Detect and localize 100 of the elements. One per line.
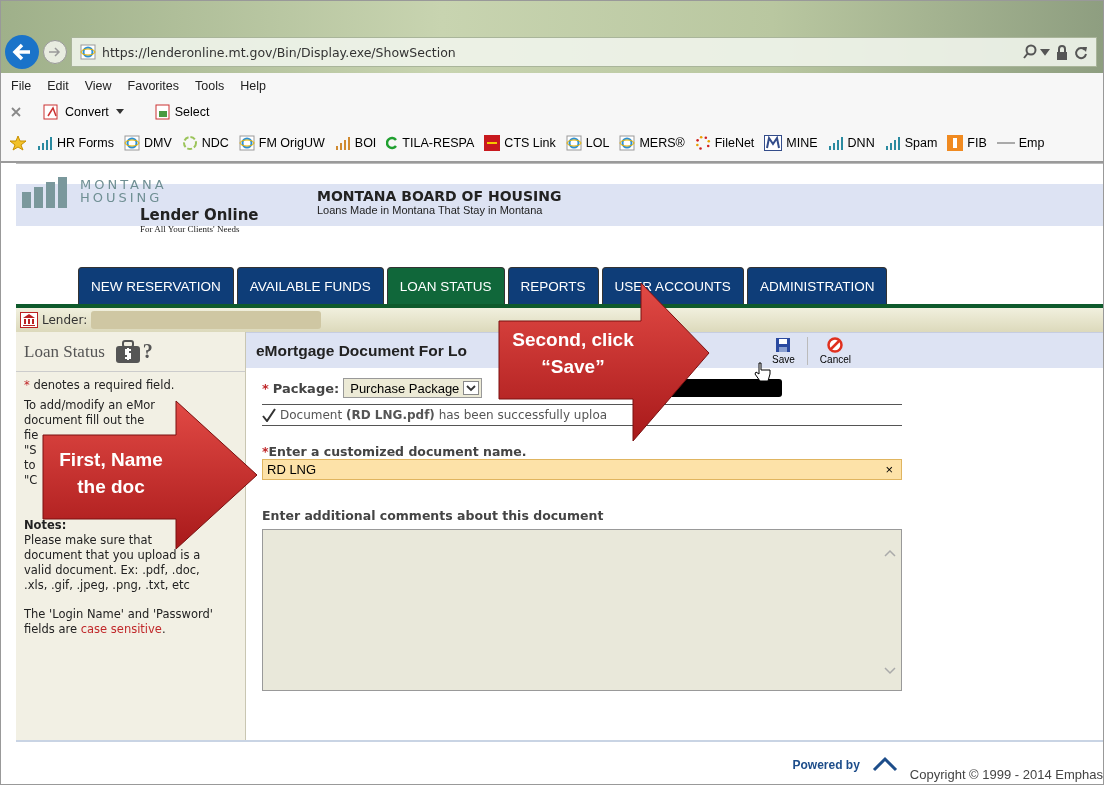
annotation-text: First, Name the doc <box>58 448 164 499</box>
url-text: https://lenderonline.mt.gov/Bin/Display.exe/ShowSection <box>102 44 456 60</box>
briefcase-dollar-icon <box>114 339 141 364</box>
required-asterisk: * <box>262 444 269 459</box>
menu-item[interactable]: Favorites <box>127 79 179 93</box>
command-button[interactable]: Select <box>148 103 216 121</box>
browser-e-icon <box>123 135 140 151</box>
caret-icon <box>463 381 480 395</box>
favorite-link[interactable]: FileNet <box>694 135 755 151</box>
favorite-link[interactable]: FM OrigUW <box>238 135 325 151</box>
favorite-link[interactable]: LOL <box>565 135 610 151</box>
address-bar[interactable]: https://lenderonline.mt.gov/Bin/Display.exe/ShowSection <box>71 37 1097 67</box>
instruction-text: "S <box>24 443 37 458</box>
letter-i-icon <box>947 135 964 151</box>
instruction-text: "C <box>24 473 38 488</box>
favorite-link[interactable]: HR Forms <box>37 136 114 150</box>
nav-tab[interactable]: LOAN STATUS <box>386 267 505 304</box>
upload-message: Document (RD LNG.pdf) has been successfully uploa <box>280 408 608 422</box>
favorite-link[interactable]: MINE <box>764 135 818 151</box>
m-square-icon <box>764 135 783 151</box>
menu-item[interactable]: Tools <box>195 79 225 93</box>
no-entry-icon <box>827 336 844 353</box>
case-sensitive-note: The 'Login Name' and 'Password' fields are case sensitive. <box>24 607 214 637</box>
panel-title: eMortgage Document For Lo <box>256 341 467 360</box>
nav-tab[interactable]: ADMINISTRATION <box>746 267 888 304</box>
lender-label: Lender: <box>42 313 88 327</box>
checkmark-icon <box>262 408 276 422</box>
menu-item[interactable]: Edit <box>47 79 69 93</box>
instruction-text: fie <box>24 428 39 443</box>
required-asterisk: * <box>262 380 269 396</box>
document-icon <box>43 104 61 120</box>
instruction-text: document fill out the <box>24 413 145 428</box>
recycle-icon <box>181 135 198 151</box>
notes-text: valid document. Ex: .pdf, .doc, <box>24 563 200 578</box>
case-sensitive-link[interactable]: case sensitive <box>80 622 162 636</box>
nav-tab[interactable]: REPORTS <box>507 267 599 304</box>
notes-text: document that you upload is a <box>24 548 201 563</box>
favorite-link[interactable]: TILA-RESPA <box>386 136 475 150</box>
copyright-text: Copyright © 1999 - 2014 Emphas <box>909 767 1103 782</box>
comments-field[interactable] <box>262 529 902 691</box>
notes-text: .xls, .gif, .jpeg, .png, .txt, etc <box>24 578 190 593</box>
browser-e-icon <box>238 135 255 151</box>
comments-label: Enter additional comments about this document <box>262 508 604 523</box>
logo-text: MONTANA <box>80 178 167 191</box>
browser-e-icon <box>619 135 636 151</box>
tagline: For All Your Clients' Needs <box>140 223 241 236</box>
notes-text: Please make sure that <box>24 533 153 548</box>
product-name: Lender Online <box>140 208 260 222</box>
bank-logo-icon <box>484 135 501 151</box>
document-name-label: Enter a customized document name. <box>268 444 527 459</box>
favorite-link[interactable]: Spam <box>884 136 938 150</box>
refresh-icon[interactable] <box>1074 44 1088 60</box>
favorite-link[interactable]: CTS Link <box>484 135 556 151</box>
signal-bars-icon <box>37 136 53 150</box>
letter-c-icon <box>386 136 399 150</box>
scroll-up-icon[interactable] <box>883 548 897 558</box>
favorite-link[interactable]: Emp <box>996 136 1045 150</box>
close-icon[interactable] <box>11 107 21 117</box>
clear-button[interactable]: × <box>885 462 893 477</box>
sidebar-title: Loan Status <box>24 341 105 362</box>
instruction-text: to <box>24 458 36 473</box>
scroll-down-icon[interactable] <box>883 666 897 676</box>
nav-tab[interactable]: AVAILABLE FUNDS <box>236 267 384 304</box>
package-select[interactable]: Purchase Package <box>343 378 483 398</box>
help-mark[interactable]: ? <box>142 340 153 363</box>
signal-bars-icon <box>334 136 351 150</box>
menu-item[interactable]: File <box>11 79 32 93</box>
menu-item[interactable]: View <box>84 79 112 93</box>
powered-by-text: Powered by <box>792 758 860 772</box>
logo-text: HOUSING <box>80 191 164 204</box>
document-icon <box>154 104 171 120</box>
instruction-text: To add/modify an eMor <box>24 398 156 413</box>
back-button[interactable] <box>5 35 39 69</box>
search-icon[interactable] <box>1022 44 1050 60</box>
toolbar-button[interactable]: Save <box>760 336 807 365</box>
notes-heading: Notes: <box>24 518 67 533</box>
site-title: MONTANA BOARD OF HOUSING <box>317 188 562 204</box>
annotation-text: Second, click “Save” <box>511 328 635 379</box>
forward-button[interactable] <box>43 40 67 64</box>
favorite-link[interactable]: FIB <box>947 135 987 151</box>
required-note: denotes a required field. <box>33 378 175 392</box>
favorite-link[interactable]: NDC <box>181 135 229 151</box>
back-arrow-icon <box>12 43 32 61</box>
favorite-link[interactable]: DNN <box>827 136 875 150</box>
command-button[interactable]: Convert <box>37 103 133 121</box>
star-icon[interactable] <box>9 135 27 151</box>
favorite-link[interactable]: MERS® <box>619 135 685 151</box>
nav-tab[interactable]: NEW RESERVATION <box>78 267 234 304</box>
favorite-link[interactable]: DMV <box>123 135 172 151</box>
browser-e-icon <box>80 44 96 60</box>
bank-icon <box>20 312 38 328</box>
package-label: Package: <box>272 380 340 396</box>
toolbar-button[interactable]: Cancel <box>806 336 863 365</box>
document-name-field[interactable]: RD LNG × <box>262 459 902 480</box>
signal-bars-icon <box>827 136 844 150</box>
favorite-link[interactable]: BOI <box>334 136 377 150</box>
dots-circle-icon <box>694 135 711 151</box>
signal-bars-icon <box>884 136 901 150</box>
chevron-logo <box>871 756 898 772</box>
menu-item[interactable]: Help <box>240 79 266 93</box>
